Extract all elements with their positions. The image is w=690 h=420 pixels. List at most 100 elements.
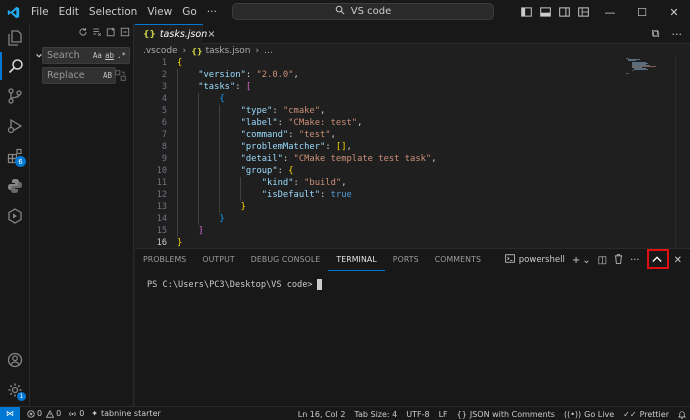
language-label: JSON with Comments <box>469 409 555 419</box>
menu-selection[interactable]: Selection <box>84 0 142 24</box>
json-file-icon: {} <box>143 29 156 40</box>
close-window-button[interactable]: ✕ <box>658 0 690 24</box>
end-of-line[interactable]: LF <box>439 410 448 419</box>
tab-comments[interactable]: COMMENTS <box>427 249 489 271</box>
ports-status[interactable]: 0 <box>68 409 84 418</box>
menu-edit[interactable]: Edit <box>54 0 84 24</box>
extensions-icon[interactable]: 6 <box>0 142 30 170</box>
python-icon[interactable] <box>0 172 30 200</box>
cursor-position[interactable]: Ln 16, Col 2 <box>298 410 346 419</box>
code-editor[interactable]: 1 2 3 4 5 6 7 8 9 10 11 12 13 14 15 16 { "version": "2.… <box>135 57 690 249</box>
toggle-panel-icon[interactable] <box>537 0 553 24</box>
notifications-bell-icon[interactable] <box>678 410 686 419</box>
tabnine-label: tabnine starter <box>100 409 161 418</box>
breadcrumb-symbol[interactable]: ... <box>264 46 273 56</box>
terminal-shell-selector[interactable]: powershell <box>505 254 565 266</box>
search-view-icon[interactable] <box>0 52 30 80</box>
search-sidebar: Search Aa ab .* Replace AB <box>30 24 134 406</box>
command-center-search[interactable]: VS code <box>232 3 494 20</box>
use-regex-icon[interactable]: .* <box>117 51 126 60</box>
minimap[interactable] <box>626 58 656 74</box>
clear-results-icon[interactable] <box>92 27 102 40</box>
breadcrumb-folder[interactable]: .vscode <box>143 46 178 56</box>
remote-indicator-icon[interactable]: ⋈ <box>0 406 20 420</box>
search-input[interactable]: Search Aa ab .* <box>42 47 130 64</box>
refresh-icon[interactable] <box>78 27 88 40</box>
match-whole-word-icon[interactable]: ab <box>105 51 114 60</box>
code-line: "type": "cmake", <box>240 106 326 116</box>
terminal-dropdown-chevron-icon[interactable]: ⌄ <box>582 255 590 266</box>
breadcrumb-file[interactable]: tasks.json <box>206 46 251 56</box>
line-number: 6 <box>161 118 167 128</box>
tab-terminal[interactable]: TERMINAL <box>328 249 385 271</box>
match-case-icon[interactable]: Aa <box>93 51 102 60</box>
minimize-button[interactable]: — <box>594 0 626 24</box>
preserve-case-icon[interactable]: AB <box>103 71 112 80</box>
tab-problems[interactable]: PROBLEMS <box>135 249 194 271</box>
split-terminal-icon[interactable]: ◫ <box>598 255 607 266</box>
panel-more-actions-icon[interactable]: ··· <box>630 255 640 266</box>
kill-terminal-trash-icon[interactable] <box>614 253 623 267</box>
terminal-output[interactable]: PS C:\Users\PC3\Desktop\VS code> <box>147 279 322 290</box>
tab-size[interactable]: Tab Size: 4 <box>354 410 397 419</box>
line-number: 2 <box>161 70 167 80</box>
code-line: "command": "test", <box>240 130 336 140</box>
toggle-primary-sidebar-icon[interactable] <box>518 0 534 24</box>
replace-all-icon[interactable] <box>115 70 127 82</box>
tab-tasks-json[interactable]: {} tasks.json × <box>135 24 216 44</box>
settings-gear-icon[interactable]: 1 <box>0 376 30 404</box>
editor-more-actions-icon[interactable]: ··· <box>672 28 683 41</box>
errors-status[interactable]: 0 0 <box>27 409 61 418</box>
close-panel-icon[interactable]: ✕ <box>674 255 682 266</box>
encoding[interactable]: UTF-8 <box>406 410 429 419</box>
tab-ports[interactable]: PORTS <box>385 249 427 271</box>
prettier-status[interactable]: ✓✓ Prettier <box>623 410 669 419</box>
breadcrumb-separator-icon: › <box>255 46 260 56</box>
editor-tabs-bar: {} tasks.json × ⧉ ··· <box>135 24 690 44</box>
menu-file[interactable]: File <box>26 0 54 24</box>
menu-view[interactable]: View <box>142 0 177 24</box>
collapse-all-icon[interactable] <box>120 27 130 40</box>
code-line: { <box>177 58 183 68</box>
tabnine-icon: ✦ <box>91 409 98 418</box>
editor-scrollbar[interactable] <box>675 57 690 247</box>
explorer-icon[interactable] <box>0 24 30 52</box>
maximize-button[interactable]: ☐ <box>626 0 658 24</box>
replace-input-placeholder: Replace <box>47 70 85 81</box>
customize-layout-icon[interactable] <box>575 0 591 24</box>
code-line: ] <box>198 226 204 236</box>
menu-more[interactable]: ··· <box>202 0 222 24</box>
breadcrumb-separator-icon: › <box>182 46 187 56</box>
language-mode[interactable]: {} JSON with Comments <box>457 410 555 419</box>
menu-go[interactable]: Go <box>177 0 202 24</box>
cmake-icon[interactable] <box>0 202 30 230</box>
broadcast-icon: ((•)) <box>563 409 582 419</box>
run-debug-icon[interactable] <box>0 112 30 140</box>
new-search-editor-icon[interactable] <box>106 27 116 40</box>
search-icon <box>335 5 345 18</box>
tab-close-icon[interactable]: × <box>207 29 215 40</box>
line-number: 10 <box>156 166 167 176</box>
code-line: { <box>219 94 225 104</box>
error-icon <box>27 409 35 418</box>
new-terminal-icon[interactable]: + <box>572 255 580 266</box>
split-editor-icon[interactable]: ⧉ <box>652 27 660 41</box>
json-file-icon: {} <box>191 46 203 56</box>
line-number-gutter: 1 2 3 4 5 6 7 8 9 10 11 12 13 14 15 16 <box>135 57 167 249</box>
tabnine-status[interactable]: ✦ tabnine starter <box>91 409 161 418</box>
tab-debug-console[interactable]: DEBUG CONSOLE <box>243 249 329 271</box>
tab-output[interactable]: OUTPUT <box>194 249 242 271</box>
line-number: 3 <box>161 82 167 92</box>
source-control-icon[interactable] <box>0 82 30 110</box>
extensions-badge: 6 <box>15 156 26 167</box>
code-line: "kind": "build", <box>261 178 347 188</box>
line-number: 15 <box>156 226 167 236</box>
go-live-button[interactable]: ((•)) Go Live <box>564 410 614 419</box>
errors-count: 0 <box>37 409 43 418</box>
line-number: 1 <box>161 58 167 68</box>
toggle-secondary-sidebar-icon[interactable] <box>556 0 572 24</box>
accounts-icon[interactable] <box>0 346 30 374</box>
line-number: 5 <box>161 106 167 116</box>
tab-label: tasks.json <box>159 29 208 40</box>
replace-input[interactable]: Replace AB <box>42 67 116 84</box>
